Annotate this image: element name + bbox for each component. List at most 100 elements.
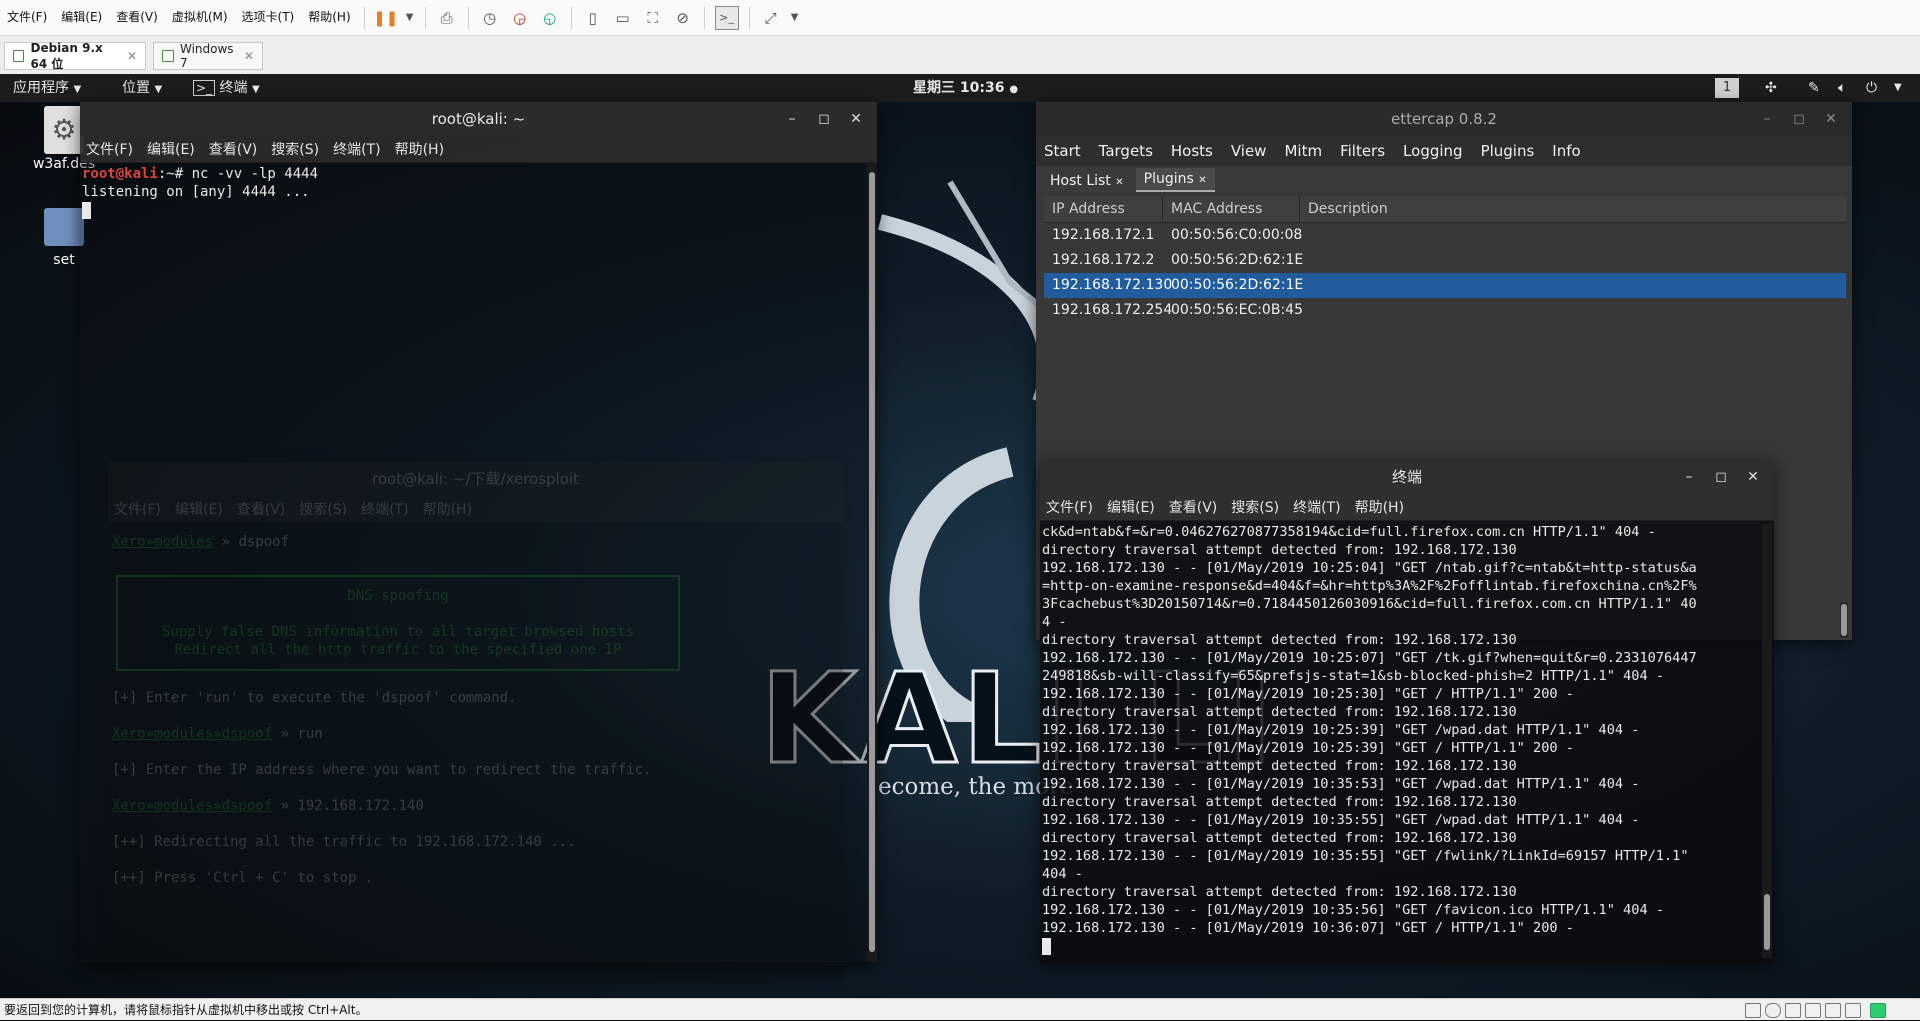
column-header-mac[interactable]: MAC Address bbox=[1163, 196, 1300, 222]
minimize-icon[interactable]: – bbox=[779, 102, 805, 136]
dropper-icon[interactable]: ✎ bbox=[1808, 74, 1820, 102]
window-titlebar[interactable]: 终端 – ◻ ✕ bbox=[1040, 460, 1774, 494]
clock[interactable]: 星期三 10:36 ● bbox=[913, 74, 1018, 104]
scrollbar[interactable] bbox=[1762, 524, 1772, 958]
scrollbar[interactable] bbox=[867, 162, 877, 962]
sound-card-icon[interactable] bbox=[1845, 1003, 1861, 1018]
close-icon[interactable]: ✕ bbox=[1198, 175, 1206, 186]
close-icon[interactable]: ✕ bbox=[1115, 177, 1123, 188]
snapshot-manager-icon[interactable]: ◵ bbox=[539, 7, 561, 29]
terminal-app-menu[interactable]: >_ 终端 ▼ bbox=[193, 74, 260, 104]
terminal-window-log[interactable]: 终端 – ◻ ✕ 文件(F) 编辑(E) 查看(V) 搜索(S) 终端(T) 帮… bbox=[1040, 460, 1774, 963]
snapshot-revert-icon[interactable]: ◶ bbox=[509, 7, 531, 29]
menu-targets[interactable]: Targets bbox=[1099, 142, 1153, 160]
menu-view[interactable]: 查看(V) bbox=[209, 139, 258, 159]
tab-host-list[interactable]: Host List ✕ bbox=[1042, 170, 1132, 192]
console-icon[interactable]: >_ bbox=[714, 5, 739, 30]
fullscreen-icon[interactable]: ⛶ bbox=[642, 7, 664, 29]
vm-tab-windows7[interactable]: Windows 7 ✕ bbox=[153, 42, 263, 70]
vm-menu-edit[interactable]: 编辑(E) bbox=[54, 0, 109, 35]
snapshot-icon[interactable]: ◷ bbox=[479, 7, 501, 29]
menu-terminal[interactable]: 终端(T) bbox=[1293, 497, 1340, 517]
terminal-output[interactable]: ck&d=ntab&f=&r=0.046276270877358194&cid=… bbox=[1040, 521, 1774, 963]
table-row-selected[interactable]: 192.168.172.130 00:50:56:2D:62:1E bbox=[1044, 273, 1846, 298]
separator bbox=[424, 6, 426, 29]
menu-help[interactable]: 帮助(H) bbox=[395, 139, 444, 159]
close-icon[interactable]: ✕ bbox=[244, 49, 254, 63]
vm-menu-tabs[interactable]: 选项卡(T) bbox=[235, 0, 302, 35]
chevron-down-icon[interactable]: ▼ bbox=[790, 7, 800, 29]
vm-menu-file[interactable]: 文件(F) bbox=[0, 0, 54, 35]
menu-logging[interactable]: Logging bbox=[1403, 142, 1463, 160]
menu-view[interactable]: View bbox=[1231, 142, 1267, 160]
table-row[interactable]: 192.168.172.254 00:50:56:EC:0B:45 bbox=[1044, 298, 1846, 323]
separator bbox=[748, 6, 750, 29]
workspace-indicator[interactable]: 1 bbox=[1715, 78, 1739, 98]
scrollbar-thumb[interactable] bbox=[1841, 604, 1847, 636]
menu-info[interactable]: Info bbox=[1552, 142, 1580, 160]
close-icon[interactable]: ✕ bbox=[1740, 460, 1766, 494]
column-header-ip[interactable]: IP Address bbox=[1044, 196, 1163, 222]
network-adapter-icon[interactable] bbox=[1785, 1003, 1801, 1018]
table-header: IP Address MAC Address Description bbox=[1044, 196, 1846, 223]
close-icon[interactable]: ✕ bbox=[127, 49, 137, 63]
places-menu[interactable]: 位置 ▼ bbox=[122, 74, 162, 104]
chevron-down-icon[interactable]: ▼ bbox=[405, 7, 415, 29]
chevron-down-icon[interactable]: ▼ bbox=[1894, 74, 1902, 102]
window-titlebar[interactable]: root@kali: ~ – ◻ ✕ bbox=[80, 102, 877, 136]
menu-file[interactable]: 文件(F) bbox=[1046, 497, 1093, 517]
unity-icon[interactable]: ⊘ bbox=[672, 7, 694, 29]
scrollbar[interactable] bbox=[1840, 602, 1848, 638]
menu-start[interactable]: Start bbox=[1044, 142, 1081, 160]
usb-icon[interactable] bbox=[1805, 1003, 1821, 1018]
menu-file[interactable]: 文件(F) bbox=[86, 139, 133, 159]
volume-icon[interactable]: 🔈︎ bbox=[1838, 74, 1846, 102]
minimize-icon[interactable]: – bbox=[1676, 460, 1702, 494]
menu-edit[interactable]: 编辑(E) bbox=[147, 139, 195, 159]
close-icon[interactable]: ✕ bbox=[843, 102, 869, 136]
power-icon[interactable]: ⏻ bbox=[1866, 74, 1877, 102]
menu-edit[interactable]: 编辑(E) bbox=[1107, 497, 1155, 517]
display-icon[interactable] bbox=[1870, 1003, 1886, 1018]
window-titlebar[interactable]: ettercap 0.8.2 – ◻ ✕ bbox=[1036, 102, 1852, 136]
maximize-icon[interactable]: ◻ bbox=[1786, 102, 1812, 136]
vm-tab-label: Windows 7 bbox=[179, 42, 234, 70]
network-icon[interactable]: ✣ bbox=[1765, 74, 1777, 102]
menu-view[interactable]: 查看(V) bbox=[1169, 497, 1218, 517]
column-header-description[interactable]: Description bbox=[1300, 196, 1846, 222]
printer-icon[interactable] bbox=[1825, 1003, 1841, 1018]
tab-plugins[interactable]: Plugins ✕ bbox=[1135, 168, 1215, 192]
terminal-window-nc[interactable]: root@kali: ~ – ◻ ✕ 文件(F) 编辑(E) 查看(V) 搜索(… bbox=[80, 102, 877, 962]
pause-icon[interactable]: ❚❚ bbox=[373, 7, 398, 29]
menu-hosts[interactable]: Hosts bbox=[1171, 142, 1213, 160]
minimize-icon[interactable]: – bbox=[1754, 102, 1780, 136]
terminal-line: =http-on-examine-response&d=404&f=&hr=ht… bbox=[1042, 578, 1697, 594]
scrollbar-thumb[interactable] bbox=[869, 172, 875, 952]
vm-menu-view[interactable]: 查看(V) bbox=[109, 0, 165, 35]
table-row[interactable]: 192.168.172.2 00:50:56:2D:62:1E bbox=[1044, 248, 1846, 273]
sidebar-toggle-icon[interactable]: ▯ bbox=[582, 7, 604, 29]
vm-tab-debian[interactable]: Debian 9.x 64 位 ✕ bbox=[4, 41, 146, 71]
menu-mitm[interactable]: Mitm bbox=[1284, 142, 1322, 160]
separator bbox=[703, 6, 705, 29]
table-row[interactable]: 192.168.172.1 00:50:56:C0:00:08 bbox=[1044, 223, 1846, 248]
menu-plugins[interactable]: Plugins bbox=[1481, 142, 1535, 160]
terminal-output[interactable]: root@kali:~# nc -vv -lp 4444 listening o… bbox=[80, 163, 877, 961]
menu-terminal[interactable]: 终端(T) bbox=[333, 139, 380, 159]
stretch-icon[interactable]: ⤢ bbox=[760, 7, 782, 29]
vm-menu-vm[interactable]: 虚拟机(M) bbox=[165, 0, 235, 35]
close-icon[interactable]: ✕ bbox=[1818, 102, 1844, 136]
menu-filters[interactable]: Filters bbox=[1340, 142, 1385, 160]
cd-drive-icon[interactable] bbox=[1765, 1003, 1781, 1018]
vm-menu-help[interactable]: 帮助(H) bbox=[301, 0, 357, 35]
applications-menu[interactable]: 应用程序 ▼ bbox=[13, 74, 81, 104]
menu-search[interactable]: 搜索(S) bbox=[271, 139, 319, 159]
menu-help[interactable]: 帮助(H) bbox=[1355, 497, 1404, 517]
maximize-icon[interactable]: ◻ bbox=[811, 102, 837, 136]
thumbnail-bar-icon[interactable]: ▭ bbox=[612, 7, 634, 29]
scrollbar-thumb[interactable] bbox=[1764, 894, 1770, 950]
menu-search[interactable]: 搜索(S) bbox=[1231, 497, 1279, 517]
hard-disk-icon[interactable] bbox=[1745, 1003, 1761, 1018]
maximize-icon[interactable]: ◻ bbox=[1708, 460, 1734, 494]
send-keys-icon[interactable]: ⎙ bbox=[436, 7, 458, 29]
